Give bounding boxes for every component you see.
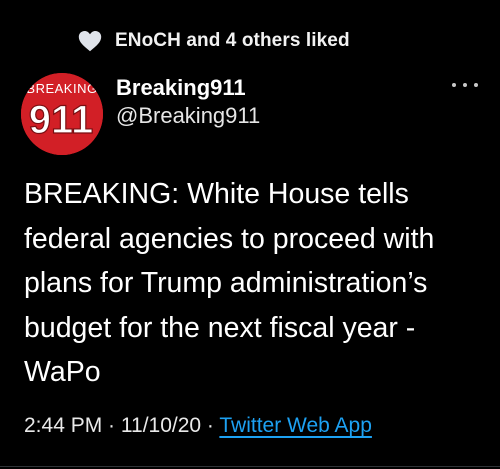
avatar-main-text: 911 [29,98,94,142]
tweet-date[interactable]: 11/10/20 [121,414,201,437]
tweet-time[interactable]: 2:44 PM [24,414,102,437]
avatar-top-text: BREAKING [26,81,97,96]
tweet-source-link[interactable]: Twitter Web App [219,414,372,437]
meta-separator: · [201,414,220,437]
meta-separator: · [102,414,121,437]
avatar[interactable]: BREAKING 911 [21,73,103,155]
more-dot [452,83,456,87]
more-dot [474,83,478,87]
more-horizontal-icon[interactable] [452,78,478,92]
social-context-row[interactable]: ENoCH and 4 others liked [78,26,350,56]
heart-icon [78,30,102,52]
tweet-text: BREAKING: White House tells federal agen… [24,178,435,388]
more-dot [463,83,467,87]
social-context-label: ENoCH and 4 others liked [115,30,350,51]
author-handle[interactable]: @Breaking911 [116,103,260,129]
author-display-name[interactable]: Breaking911 [116,75,246,101]
divider [0,466,500,467]
tweet-meta: 2:44 PM · 11/10/20 · Twitter Web App [24,414,372,438]
